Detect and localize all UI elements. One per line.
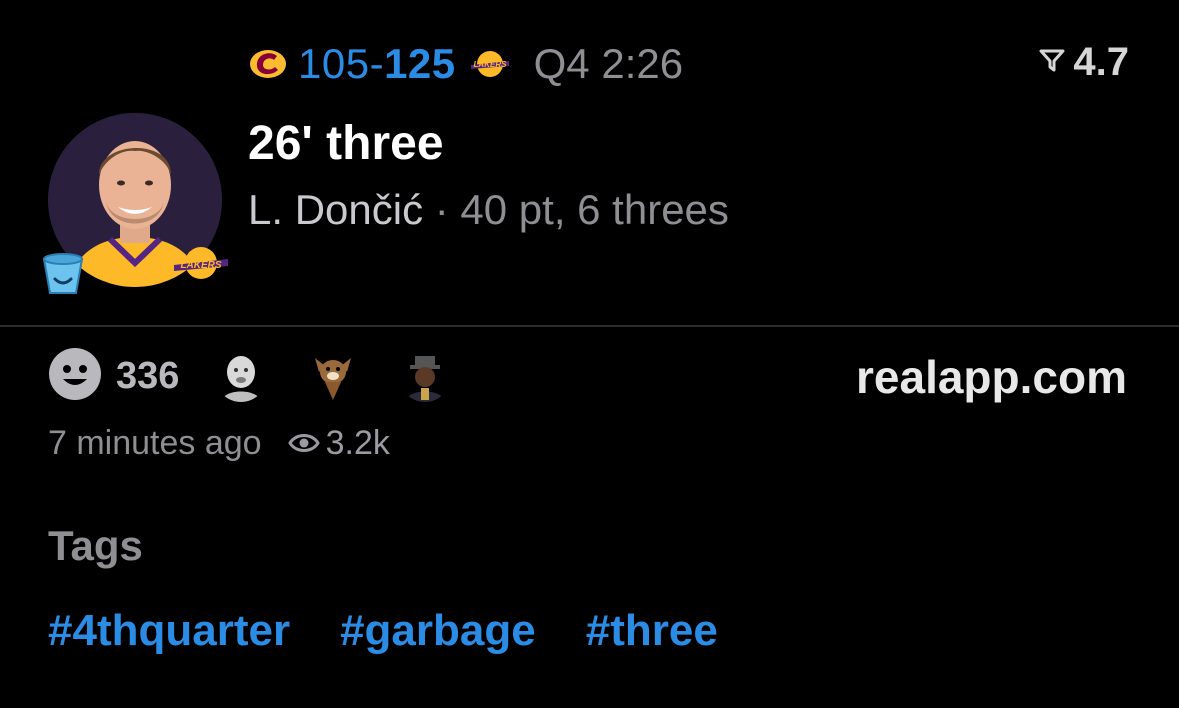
away-score: 105- (298, 40, 385, 87)
svg-text:LAKERS: LAKERS (180, 260, 221, 271)
reactor-avatar[interactable] (307, 350, 360, 402)
tags-heading: Tags (48, 522, 143, 569)
cavaliers-logo-icon (246, 42, 290, 86)
lakers-team-badge-icon: LAKERS (172, 243, 230, 283)
home-score: 125 (384, 40, 456, 87)
time-ago: 7 minutes ago (48, 424, 262, 462)
filter-funnel-icon (1039, 47, 1065, 78)
reactor-avatar[interactable] (215, 350, 268, 402)
play-title: 26' three (248, 117, 444, 170)
reactor-avatar[interactable] (399, 350, 452, 402)
reaction-count: 336 (116, 354, 180, 397)
source-domain-link[interactable]: realapp.com (856, 350, 1127, 404)
tag-link[interactable]: #4thquarter (48, 606, 290, 656)
player-name[interactable]: L. Dončić (248, 186, 423, 233)
tag-link[interactable]: #three (586, 606, 718, 656)
view-count: 3.2k (287, 424, 390, 463)
player-stats: · 40 pt, 6 threes (423, 186, 729, 233)
tags-list: #4thquarter #garbage #three (48, 606, 768, 656)
eye-icon (287, 424, 320, 463)
game-score-row[interactable]: 105-125 LAKERS Q4 2:26 (246, 38, 683, 90)
score: 105-125 (298, 40, 456, 88)
player-line[interactable]: L. Dončić · 40 pt, 6 threes (248, 186, 729, 234)
game-clock: Q4 2:26 (533, 40, 684, 87)
bucket-icon (38, 247, 88, 297)
reactions-row[interactable]: 336 (48, 347, 452, 406)
lakers-logo-icon: LAKERS (468, 42, 512, 86)
svg-text:LAKERS: LAKERS (473, 60, 507, 69)
views-value: 3.2k (325, 424, 390, 462)
rating-badge[interactable]: 4.7 (1039, 40, 1129, 85)
rating-value: 4.7 (1073, 40, 1129, 84)
smiley-face-icon[interactable] (48, 347, 102, 406)
tag-link[interactable]: #garbage (340, 606, 536, 656)
divider (0, 325, 1179, 327)
meta-row: 7 minutes ago 3.2k (48, 424, 390, 463)
